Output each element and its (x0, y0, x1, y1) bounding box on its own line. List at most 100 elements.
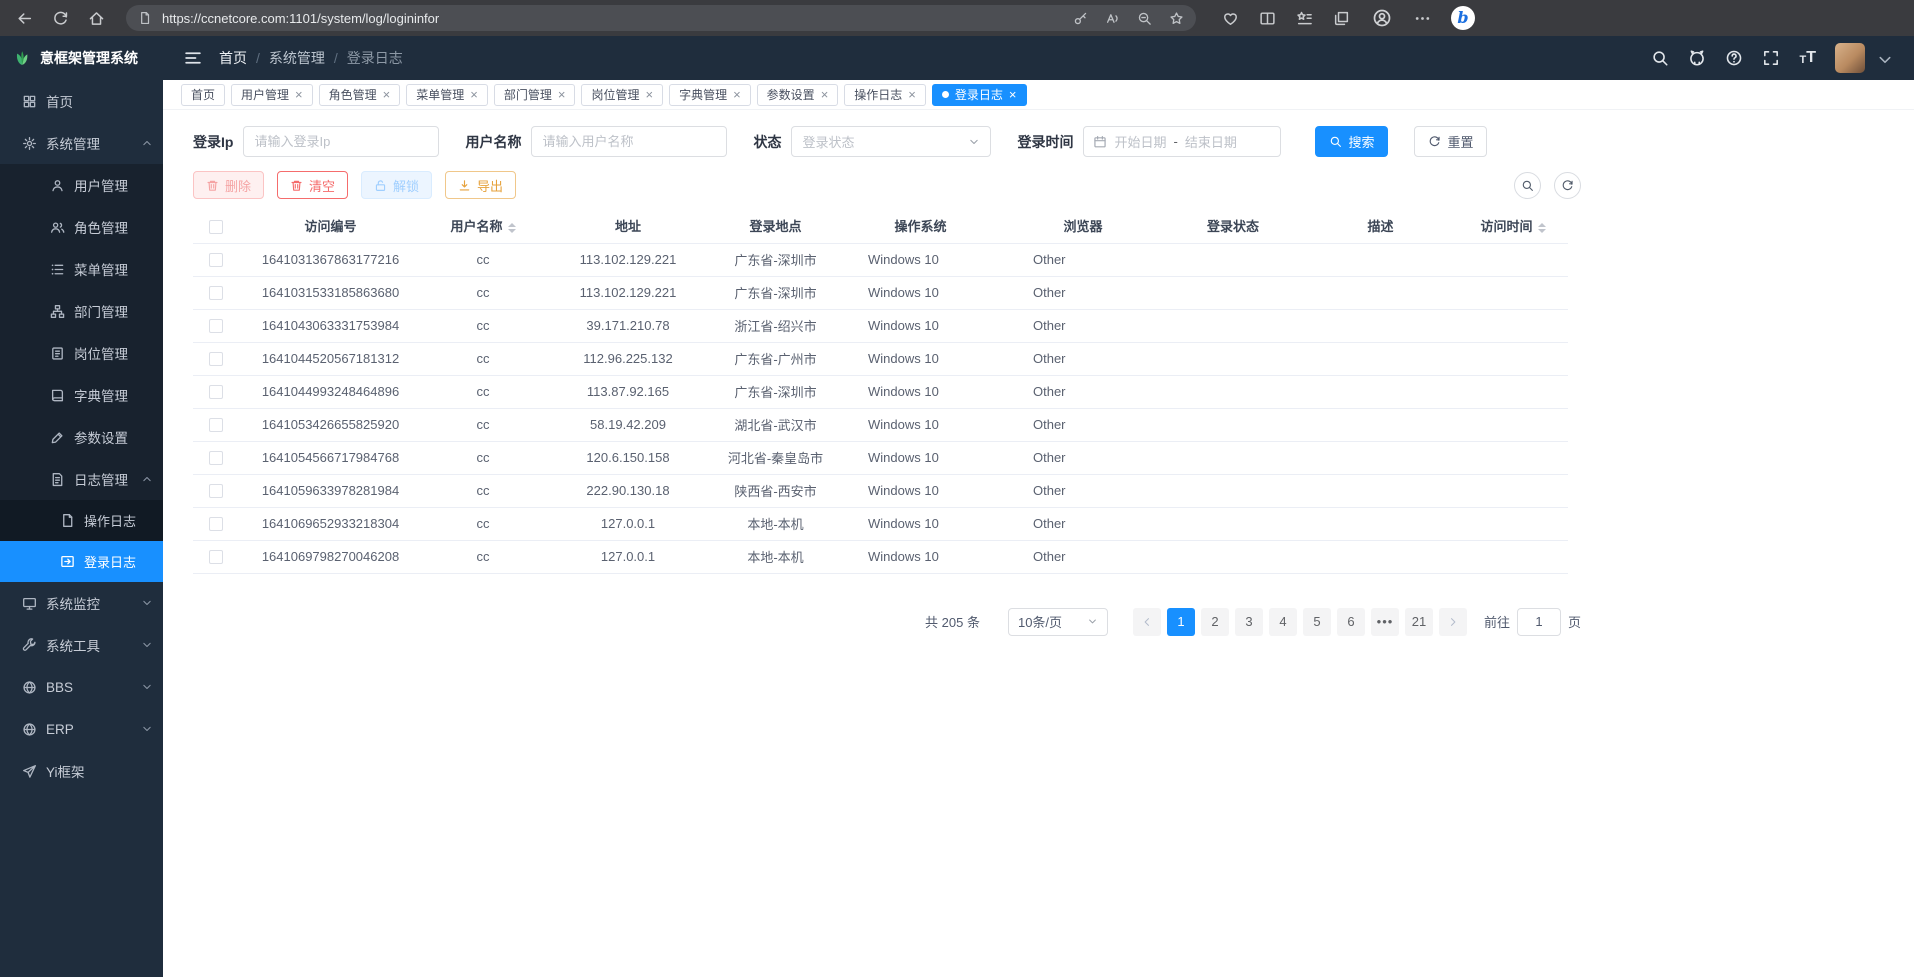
close-tab-icon[interactable]: × (908, 88, 916, 101)
table-row[interactable]: 1641043063331753984cc39.171.210.78浙江省-绍兴… (193, 309, 1568, 342)
read-aloud-icon[interactable] (1105, 11, 1120, 26)
row-checkbox[interactable] (209, 451, 223, 465)
sidebar-item-post-management[interactable]: 岗位管理 (0, 332, 163, 374)
close-tab-icon[interactable]: × (1009, 88, 1017, 101)
tab-role-management[interactable]: 角色管理× (319, 84, 401, 106)
browser-menu-icon[interactable] (1414, 10, 1431, 27)
page-6-button[interactable]: 6 (1337, 608, 1365, 636)
row-checkbox[interactable] (209, 418, 223, 432)
row-checkbox[interactable] (209, 550, 223, 564)
collapse-sidebar-icon[interactable] (183, 48, 203, 68)
sidebar-item-role-management[interactable]: 角色管理 (0, 206, 163, 248)
app-logo[interactable]: 意框架管理系统 (0, 36, 163, 80)
browser-refresh-button[interactable] (46, 4, 74, 32)
browser-essentials-icon[interactable] (1222, 10, 1239, 27)
tab-login-log[interactable]: 登录日志× (932, 84, 1027, 106)
breadcrumb-item[interactable]: 系统管理 (269, 48, 325, 68)
sort-icon[interactable] (508, 223, 516, 233)
show-search-toggle-button[interactable] (1514, 172, 1541, 199)
unlock-button[interactable]: 解锁 (361, 171, 432, 199)
tab-menu-management[interactable]: 菜单管理× (406, 84, 488, 106)
table-row[interactable]: 1641069798270046208cc127.0.0.1本地-本机Windo… (193, 540, 1568, 573)
select-all-checkbox[interactable] (209, 220, 223, 234)
table-row[interactable]: 1641044520567181312cc112.96.225.132广东省-广… (193, 342, 1568, 375)
search-button[interactable]: 搜索 (1315, 126, 1388, 157)
more-pages-button[interactable]: ••• (1371, 608, 1399, 636)
row-checkbox[interactable] (209, 286, 223, 300)
favorites-bar-icon[interactable] (1296, 10, 1313, 27)
next-page-button[interactable] (1439, 608, 1467, 636)
row-checkbox[interactable] (209, 253, 223, 267)
url-text[interactable]: https://ccnetcore.com:1101/system/log/lo… (162, 11, 1073, 26)
sidebar-item-menu-management[interactable]: 菜单管理 (0, 248, 163, 290)
refresh-table-button[interactable] (1554, 172, 1581, 199)
page-3-button[interactable]: 3 (1235, 608, 1263, 636)
header-search-icon[interactable] (1651, 49, 1669, 67)
page-21-button[interactable]: 21 (1405, 608, 1433, 636)
collections-icon[interactable] (1333, 10, 1350, 27)
table-row[interactable]: 1641053426655825920cc58.19.42.209湖北省-武汉市… (193, 408, 1568, 441)
sidebar-item-bbs[interactable]: BBS (0, 666, 163, 708)
reset-button[interactable]: 重置 (1414, 126, 1487, 157)
username-input[interactable] (531, 126, 727, 157)
prev-page-button[interactable] (1133, 608, 1161, 636)
address-bar[interactable]: https://ccnetcore.com:1101/system/log/lo… (126, 5, 1196, 31)
close-tab-icon[interactable]: × (821, 88, 829, 101)
browser-profile-button[interactable] (1370, 6, 1394, 30)
close-tab-icon[interactable]: × (645, 88, 653, 101)
row-checkbox[interactable] (209, 352, 223, 366)
table-row[interactable]: 1641054566717984768cc120.6.150.158河北省-秦皇… (193, 441, 1568, 474)
sort-icon[interactable] (1538, 223, 1546, 233)
user-avatar[interactable] (1835, 43, 1865, 73)
close-tab-icon[interactable]: × (383, 88, 391, 101)
tab-user-management[interactable]: 用户管理× (231, 84, 313, 106)
goto-page-input[interactable] (1517, 608, 1561, 636)
github-icon[interactable] (1688, 49, 1706, 67)
close-tab-icon[interactable]: × (733, 88, 741, 101)
column-header[interactable]: 访问时间 (1458, 209, 1568, 243)
row-checkbox[interactable] (209, 517, 223, 531)
tab-dept-management[interactable]: 部门管理× (494, 84, 576, 106)
page-4-button[interactable]: 4 (1269, 608, 1297, 636)
page-5-button[interactable]: 5 (1303, 608, 1331, 636)
export-button[interactable]: 导出 (445, 171, 516, 199)
page-2-button[interactable]: 2 (1201, 608, 1229, 636)
avatar-caret-icon[interactable] (1876, 51, 1894, 69)
browser-home-button[interactable] (82, 4, 110, 32)
sidebar-item-user-management[interactable]: 用户管理 (0, 164, 163, 206)
password-key-icon[interactable] (1073, 11, 1088, 26)
sidebar-item-system-management[interactable]: 系统管理 (0, 122, 163, 164)
sidebar-item-erp[interactable]: ERP (0, 708, 163, 750)
tab-home[interactable]: 首页 (181, 84, 225, 106)
table-row[interactable]: 1641031367863177216cc113.102.129.221广东省-… (193, 243, 1568, 276)
browser-back-button[interactable] (10, 4, 38, 32)
zoom-out-icon[interactable] (1137, 11, 1152, 26)
tab-post-management[interactable]: 岗位管理× (581, 84, 663, 106)
sidebar-item-login-log[interactable]: 登录日志 (0, 541, 163, 582)
sidebar-item-system-tools[interactable]: 系统工具 (0, 624, 163, 666)
favorite-star-icon[interactable] (1169, 11, 1184, 26)
sidebar-item-dict-management[interactable]: 字典管理 (0, 374, 163, 416)
tab-operation-log[interactable]: 操作日志× (844, 84, 926, 106)
sidebar-item-home[interactable]: 首页 (0, 80, 163, 122)
breadcrumb-item[interactable]: 首页 (219, 48, 247, 68)
split-screen-icon[interactable] (1259, 10, 1276, 27)
sidebar-item-operation-log[interactable]: 操作日志 (0, 500, 163, 541)
page-1-button[interactable]: 1 (1167, 608, 1195, 636)
close-tab-icon[interactable]: × (470, 88, 478, 101)
table-row[interactable]: 1641044993248464896cc113.87.92.165广东省-深圳… (193, 375, 1568, 408)
sidebar-item-param-settings[interactable]: 参数设置 (0, 416, 163, 458)
table-row[interactable]: 1641031533185863680cc113.102.129.221广东省-… (193, 276, 1568, 309)
row-checkbox[interactable] (209, 484, 223, 498)
tab-param-settings[interactable]: 参数设置× (757, 84, 839, 106)
close-tab-icon[interactable]: × (558, 88, 566, 101)
sidebar-item-system-monitor[interactable]: 系统监控 (0, 582, 163, 624)
sidebar-item-yi-framework[interactable]: Yi框架 (0, 750, 163, 792)
row-checkbox[interactable] (209, 319, 223, 333)
help-icon[interactable] (1725, 49, 1743, 67)
table-row[interactable]: 1641059633978281984cc222.90.130.18陕西省-西安… (193, 474, 1568, 507)
font-size-icon[interactable]: TT (1799, 50, 1816, 66)
login-ip-input[interactable] (243, 126, 439, 157)
delete-button[interactable]: 删除 (193, 171, 264, 199)
row-checkbox[interactable] (209, 385, 223, 399)
